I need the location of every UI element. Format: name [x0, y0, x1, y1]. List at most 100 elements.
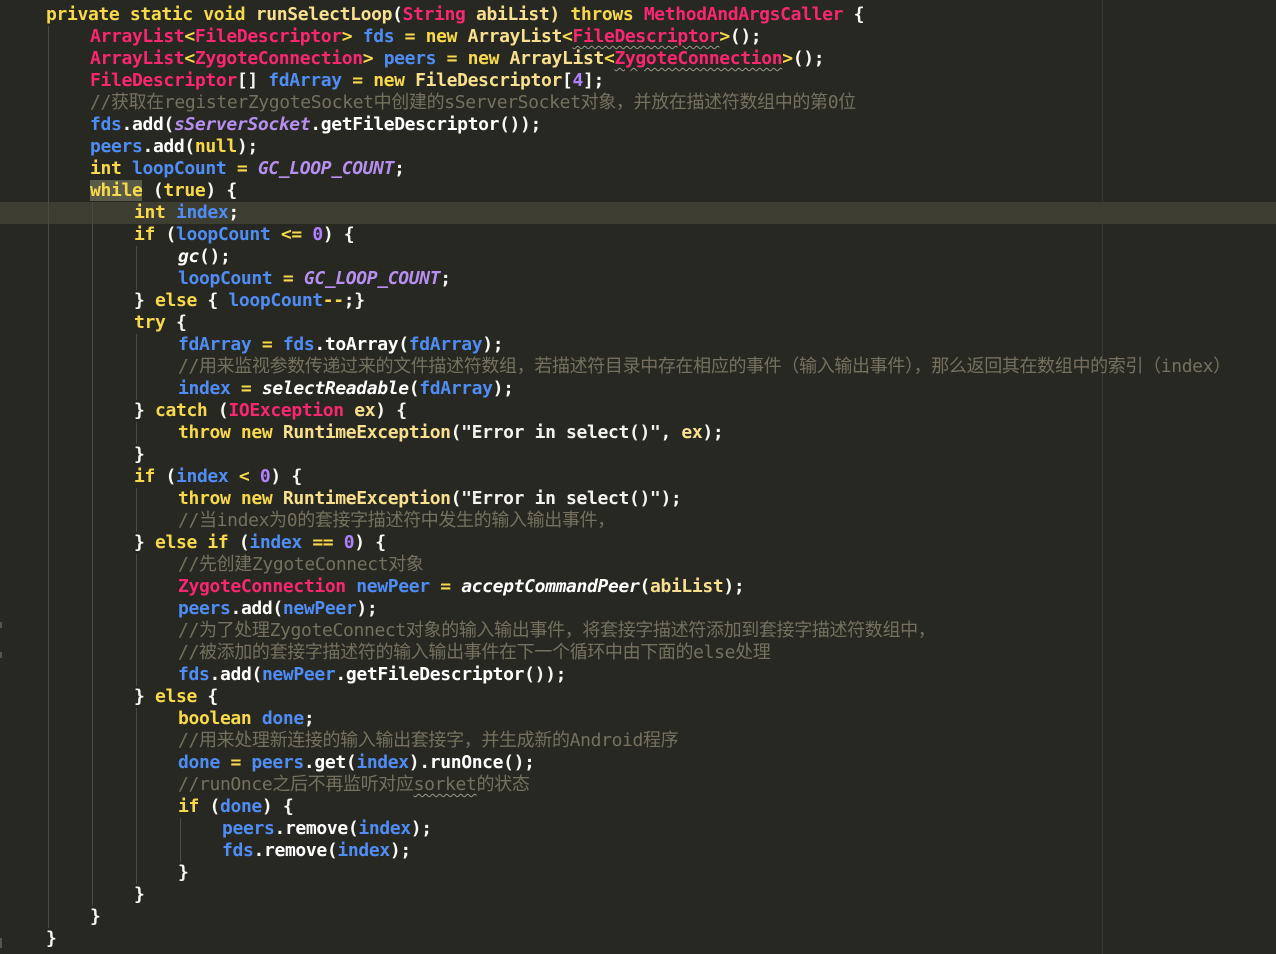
code-token: toArray [324, 334, 399, 355]
code-line-text: //runOnce之后不再监听对应sorket的状态 [178, 774, 530, 796]
indent-guide [48, 620, 49, 642]
code-token: loopCount [228, 290, 323, 311]
indent-guide [92, 202, 93, 224]
code-line[interactable]: fdArray = fds.toArray(fdArray); [0, 334, 1276, 356]
indent-guide [48, 48, 49, 70]
indent-guide [92, 488, 93, 510]
code-line[interactable]: gc(); [0, 246, 1276, 268]
code-token: index [358, 818, 411, 839]
code-token: //当index为0的套接字描述符中发生的输入输出事件， [178, 510, 615, 531]
code-token: < [184, 26, 195, 47]
code-line[interactable]: //被添加的套接字描述符的输入输出事件在下一个循环中由下面的else处理 [0, 642, 1276, 664]
code-token: RuntimeException [282, 422, 451, 443]
code-token: . [314, 334, 325, 355]
code-token: ;} [343, 290, 365, 311]
code-token: runOnce [429, 752, 504, 773]
indent-guide [48, 796, 49, 818]
code-token: new [373, 70, 416, 91]
code-line[interactable]: private static void runSelectLoop(String… [0, 4, 1276, 26]
code-line[interactable]: } [0, 906, 1276, 928]
code-token: ); [492, 378, 514, 399]
code-line[interactable]: peers.remove(index); [0, 818, 1276, 840]
code-line[interactable]: } [0, 884, 1276, 906]
code-token: = [394, 26, 426, 47]
code-line[interactable]: throw new RuntimeException("Error in sel… [0, 422, 1276, 444]
code-area[interactable]: private static void runSelectLoop(String… [0, 4, 1276, 950]
code-line[interactable]: if (index < 0) { [0, 466, 1276, 488]
code-line[interactable]: //为了处理ZygoteConnect对象的输入输出事件，将套接字描述符添加到套… [0, 620, 1276, 642]
code-line[interactable]: int index; [0, 202, 1276, 224]
code-token: index [175, 202, 229, 223]
code-line[interactable]: } [0, 928, 1276, 950]
code-line[interactable]: } else { [0, 686, 1276, 708]
code-token: (); [198, 246, 231, 267]
code-token: 4 [572, 70, 583, 91]
code-line[interactable]: try { [0, 312, 1276, 334]
code-line[interactable]: boolean done; [0, 708, 1276, 730]
code-token: < [228, 466, 260, 487]
code-line[interactable]: } catch (IOException ex) { [0, 400, 1276, 422]
code-line[interactable]: //当index为0的套接字描述符中发生的输入输出事件， [0, 510, 1276, 532]
code-token: add [131, 114, 164, 135]
code-line[interactable]: //先创建ZygoteConnect对象 [0, 554, 1276, 576]
code-line[interactable]: FileDescriptor[] fdArray = new FileDescr… [0, 70, 1276, 92]
code-line[interactable]: done = peers.get(index).runOnce(); [0, 752, 1276, 774]
code-token: index [175, 466, 229, 487]
code-token: ( [398, 334, 409, 355]
code-token: == [301, 532, 344, 553]
code-line-text: } else { [134, 686, 218, 708]
indent-guide [136, 422, 137, 444]
code-line[interactable]: index = selectReadable(fdArray); [0, 378, 1276, 400]
code-token: done [178, 752, 220, 773]
indent-guide [92, 510, 93, 532]
indent-guide [136, 598, 137, 620]
indent-guide [180, 840, 181, 862]
indent-guide [48, 92, 49, 114]
code-line[interactable]: } else { loopCount--;} [0, 290, 1276, 312]
code-token: = [341, 70, 374, 91]
code-token: fdArray [408, 334, 483, 355]
code-line[interactable]: fds.remove(index); [0, 840, 1276, 862]
code-line[interactable]: //用来处理新连接的输入输出套接字，并生成新的Android程序 [0, 730, 1276, 752]
code-line[interactable]: while (true) { [0, 180, 1276, 202]
code-line[interactable]: loopCount = GC_LOOP_COUNT; [0, 268, 1276, 290]
indent-guide [180, 818, 181, 840]
code-token: ]; [582, 70, 604, 91]
code-line-text: done = peers.get(index).runOnce(); [178, 752, 535, 774]
indent-guide [136, 664, 137, 686]
code-token: add [240, 598, 273, 619]
code-line[interactable]: //用来监视参数传递过来的文件描述符数组，若描述符目录中存在相应的事件（输入输出… [0, 356, 1276, 378]
code-token: String [402, 4, 466, 25]
code-token: //先创建ZygoteConnect对象 [178, 554, 424, 575]
code-line[interactable]: } [0, 862, 1276, 884]
code-token: getFileDescriptor [345, 664, 525, 685]
code-line-text: peers.remove(index); [222, 818, 432, 840]
code-line[interactable]: } else if (index == 0) { [0, 532, 1276, 554]
code-line[interactable]: if (done) { [0, 796, 1276, 818]
code-line[interactable]: ArrayList<FileDescriptor> fds = new Arra… [0, 26, 1276, 48]
code-line[interactable]: ArrayList<ZygoteConnection> peers = new … [0, 48, 1276, 70]
code-token: ()); [524, 664, 567, 685]
code-line-text: index = selectReadable(fdArray); [178, 378, 514, 400]
code-line[interactable]: ZygoteConnection newPeer = acceptCommand… [0, 576, 1276, 598]
code-token: ( [142, 180, 164, 201]
code-line[interactable]: fds.add(sServerSocket.getFileDescriptor(… [0, 114, 1276, 136]
code-line[interactable]: //runOnce之后不再监听对应sorket的状态 [0, 774, 1276, 796]
code-line-text: peers.add(null); [90, 136, 258, 158]
code-token: } [90, 906, 101, 927]
indent-guide [92, 818, 93, 840]
indent-guide [48, 26, 49, 48]
indent-guide [136, 554, 137, 576]
code-line[interactable]: int loopCount = GC_LOOP_COUNT; [0, 158, 1276, 180]
code-line[interactable]: peers.add(null); [0, 136, 1276, 158]
code-token: fds [222, 840, 254, 861]
code-line[interactable]: } [0, 444, 1276, 466]
code-line[interactable]: throw new RuntimeException("Error in sel… [0, 488, 1276, 510]
code-line[interactable]: if (loopCount <= 0) { [0, 224, 1276, 246]
code-line[interactable]: //获取在registerZygoteSocket中创建的sServerSock… [0, 92, 1276, 114]
code-line[interactable]: peers.add(newPeer); [0, 598, 1276, 620]
code-editor[interactable]: private static void runSelectLoop(String… [0, 0, 1276, 954]
code-line[interactable]: fds.add(newPeer.getFileDescriptor()); [0, 664, 1276, 686]
